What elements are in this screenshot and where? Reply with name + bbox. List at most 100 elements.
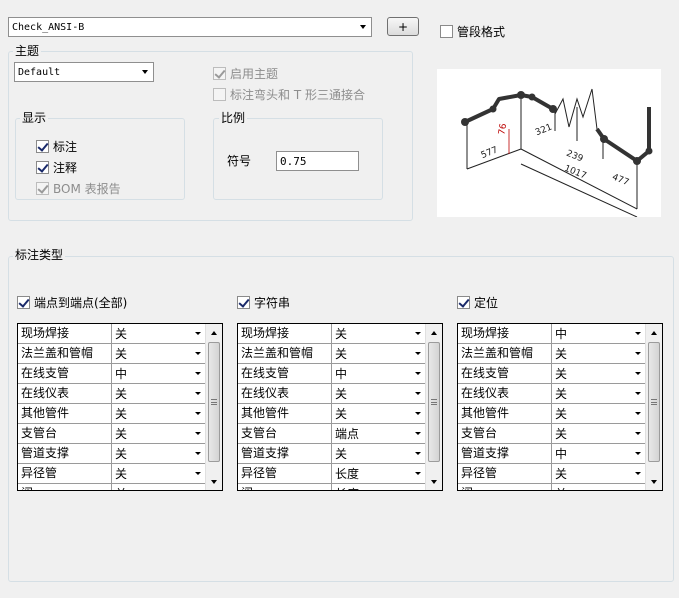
table-row: 管道支撑关 — [18, 444, 205, 464]
row-select[interactable]: 关 — [552, 344, 645, 363]
row-select[interactable]: 端点 — [332, 424, 425, 443]
row-value: 关 — [555, 347, 568, 361]
scroll-up-icon[interactable] — [206, 324, 222, 341]
row-select[interactable]: 关 — [112, 484, 205, 490]
theme-group-label: 主题 — [13, 42, 42, 59]
row-select[interactable]: 关 — [332, 344, 425, 363]
row-select[interactable]: 关 — [112, 324, 205, 343]
location-scrollbar[interactable] — [645, 324, 662, 490]
row-select[interactable]: 关 — [112, 344, 205, 363]
row-select[interactable]: 中 — [552, 444, 645, 463]
table-row: 阀关 — [458, 484, 645, 490]
theme-select-value: Default — [18, 66, 61, 78]
chevron-down-icon — [191, 452, 205, 455]
row-select[interactable]: 关 — [112, 444, 205, 463]
row-select[interactable]: 关 — [332, 404, 425, 423]
segment-format-label: 管段格式 — [457, 25, 506, 39]
row-select[interactable]: 关 — [112, 404, 205, 423]
table-row: 其他管件关 — [18, 404, 205, 424]
style-select[interactable]: Check_ANSI-B — [8, 17, 372, 37]
row-select[interactable]: 中 — [112, 364, 205, 383]
string-scrollbar[interactable] — [425, 324, 442, 490]
row-select[interactable]: 关 — [112, 384, 205, 403]
row-value: 长度 — [335, 467, 360, 481]
location-grid: 现场焊接中 法兰盖和管帽关 在线支管关 在线仪表关 其他管件关 支管台关 管道支… — [457, 323, 663, 491]
row-select[interactable]: 关 — [552, 464, 645, 483]
row-select[interactable]: 关 — [552, 364, 645, 383]
row-select[interactable]: 中 — [332, 364, 425, 383]
row-name: 在线仪表 — [18, 384, 112, 403]
table-row: 管道支撑中 — [458, 444, 645, 464]
row-select[interactable]: 关 — [552, 424, 645, 443]
endpoint-scrollbar[interactable] — [205, 324, 222, 490]
string-box — [237, 296, 250, 309]
style-select-value: Check_ANSI-B — [12, 21, 85, 33]
row-name: 在线支管 — [458, 364, 552, 383]
scroll-thumb[interactable] — [208, 342, 220, 462]
display-bom-checkbox[interactable]: BOM 表报告 — [36, 180, 121, 197]
row-name: 异径管 — [238, 464, 332, 483]
row-select[interactable]: 关 — [112, 424, 205, 443]
scroll-thumb[interactable] — [428, 342, 440, 462]
row-value: 关 — [115, 387, 128, 401]
theme-select[interactable]: Default — [14, 62, 154, 82]
row-value: 端点 — [335, 427, 360, 441]
row-value: 关 — [115, 485, 191, 490]
scroll-down-icon[interactable] — [206, 473, 222, 490]
row-select[interactable]: 中 — [552, 324, 645, 343]
table-row: 在线支管关 — [458, 364, 645, 384]
chevron-down-icon — [191, 432, 205, 435]
row-name: 其他管件 — [458, 404, 552, 423]
isometric-preview: 76 321 577 239 1017 477 — [437, 69, 661, 218]
enable-theme-checkbox[interactable]: 启用主题 — [213, 65, 278, 82]
chevron-down-icon — [411, 432, 425, 435]
tee-checkbox[interactable]: 标注弯头和 T 形三通接合 — [213, 86, 365, 103]
scroll-thumb[interactable] — [648, 342, 660, 462]
row-select[interactable]: 长度 — [332, 484, 425, 490]
table-row: 在线仪表关 — [238, 384, 425, 404]
annotation-types-label: 标注类型 — [13, 246, 66, 263]
dim-76: 76 — [497, 123, 509, 136]
display-annotation-checkbox[interactable]: 注释 — [36, 159, 77, 176]
add-button[interactable]: + — [387, 17, 419, 36]
row-value: 关 — [115, 427, 128, 441]
table-row: 法兰盖和管帽关 — [238, 344, 425, 364]
table-row: 其他管件关 — [458, 404, 645, 424]
endpoint-all-label: 端点到端点(全部) — [34, 296, 128, 310]
table-row: 支管台关 — [458, 424, 645, 444]
scroll-down-icon[interactable] — [646, 473, 662, 490]
row-select[interactable]: 关 — [332, 324, 425, 343]
row-name: 法兰盖和管帽 — [18, 344, 112, 363]
string-label: 字符串 — [254, 296, 291, 310]
table-row: 在线支管中 — [238, 364, 425, 384]
scroll-up-icon[interactable] — [646, 324, 662, 341]
row-select[interactable]: 关 — [332, 384, 425, 403]
segment-format-checkbox[interactable]: 管段格式 — [440, 23, 505, 40]
chevron-down-icon — [631, 412, 645, 415]
row-select[interactable]: 关 — [552, 384, 645, 403]
row-select[interactable]: 关 — [332, 444, 425, 463]
table-row: 阀长度 — [238, 484, 425, 490]
row-select[interactable]: 关 — [552, 484, 645, 490]
display-dimension-checkbox[interactable]: 标注 — [36, 138, 77, 155]
endpoint-all-checkbox[interactable]: 端点到端点(全部) — [17, 294, 127, 311]
row-name: 阀 — [238, 484, 332, 490]
scale-group-label: 比例 — [219, 109, 248, 126]
scroll-down-icon[interactable] — [426, 473, 442, 490]
row-value: 关 — [555, 407, 568, 421]
dim-477: 477 — [610, 172, 630, 188]
row-name: 支管台 — [458, 424, 552, 443]
string-checkbox[interactable]: 字符串 — [237, 294, 290, 311]
row-value: 关 — [555, 485, 631, 490]
row-select[interactable]: 长度 — [332, 464, 425, 483]
row-value: 中 — [555, 327, 568, 341]
scroll-up-icon[interactable] — [426, 324, 442, 341]
row-select[interactable]: 关 — [552, 404, 645, 423]
scale-symbol-input[interactable] — [276, 151, 359, 171]
row-value: 关 — [335, 407, 348, 421]
table-row: 管道支撑关 — [238, 444, 425, 464]
row-value: 关 — [335, 387, 348, 401]
row-name: 管道支撑 — [458, 444, 552, 463]
location-checkbox[interactable]: 定位 — [457, 294, 498, 311]
row-select[interactable]: 关 — [112, 464, 205, 483]
